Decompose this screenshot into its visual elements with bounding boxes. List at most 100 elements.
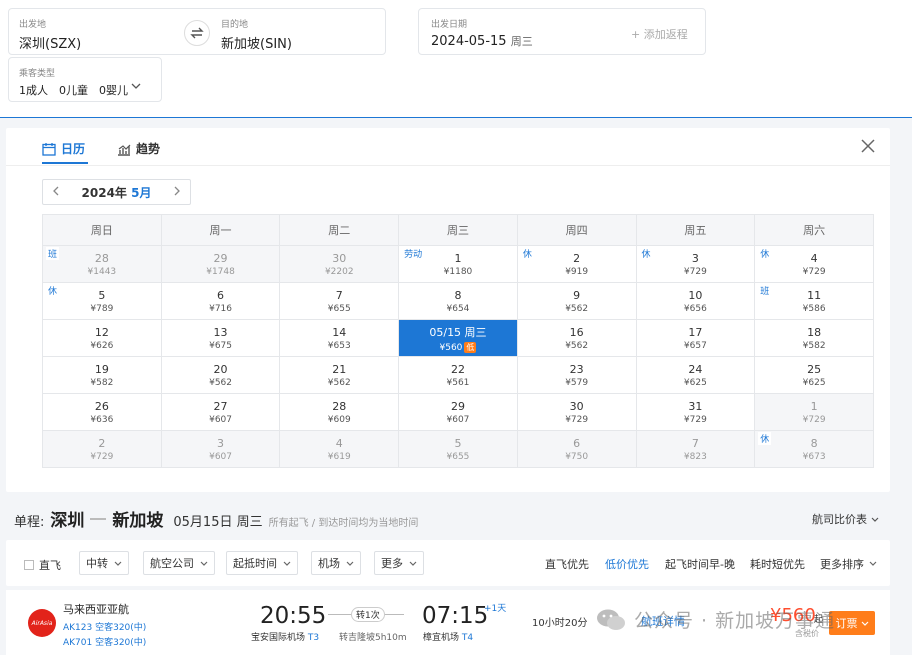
price-suffix: 起 — [814, 615, 824, 625]
day-number: 5 — [454, 436, 462, 450]
sort-price[interactable]: 低价优先 — [605, 556, 649, 572]
calendar-day[interactable]: 18 ¥582 — [754, 319, 874, 357]
day-number: 4 — [335, 436, 343, 450]
day-number: 3 — [217, 436, 225, 450]
holiday-tag: 班 — [758, 284, 772, 297]
calendar-day[interactable]: 休 2 ¥919 — [516, 245, 637, 283]
tab-underline — [42, 162, 88, 164]
calendar-day[interactable]: 休 8 ¥673 — [754, 430, 874, 468]
holiday-tag: 班 — [46, 247, 60, 260]
calendar-day[interactable]: 05/15 周三 ¥560 低 — [398, 319, 518, 357]
calendar-day[interactable]: 4 ¥619 — [279, 430, 400, 468]
holiday-tag: 休 — [520, 247, 534, 260]
calendar-day[interactable]: 6 ¥716 — [160, 282, 281, 320]
flight-detail-link[interactable]: 航班详情 — [641, 613, 685, 629]
swap-button[interactable] — [184, 20, 210, 46]
calendar-day[interactable]: 24 ¥625 — [635, 356, 756, 394]
calendar-day[interactable]: 30 ¥729 — [516, 393, 637, 431]
calendar-day[interactable]: 2 ¥729 — [42, 430, 162, 468]
calendar-day[interactable]: 7 ¥655 — [279, 282, 400, 320]
passenger-field[interactable]: 乘客类型 1成人 0儿童 0婴儿 — [8, 57, 162, 102]
date-field[interactable]: 出发日期 2024-05-15 周三 + 添加返程 — [418, 8, 706, 55]
day-number: 4 — [810, 251, 818, 265]
calendar-day[interactable]: 12 ¥626 — [42, 319, 162, 357]
segment-1[interactable]: AK123 空客320(中) — [63, 620, 146, 633]
calendar-day[interactable]: 29 ¥607 — [398, 393, 518, 431]
day-number: 5 — [98, 288, 106, 302]
calendar-day[interactable]: 8 ¥654 — [398, 282, 518, 320]
calendar-day[interactable]: 16 ¥562 — [516, 319, 637, 357]
calendar-day[interactable]: 7 ¥823 — [635, 430, 756, 468]
calendar-day[interactable]: 休 3 ¥729 — [635, 245, 756, 283]
calendar-day[interactable]: 20 ¥562 — [160, 356, 281, 394]
calendar-day[interactable]: 班 11 ¥586 — [754, 282, 874, 320]
book-label: 订票 — [835, 617, 858, 630]
calendar-day[interactable]: 27 ¥607 — [160, 393, 281, 431]
to-field[interactable]: 目的地 新加坡(SIN) — [221, 17, 292, 52]
calendar-day[interactable]: 休 5 ¥789 — [42, 282, 162, 320]
segment-2[interactable]: AK701 空客320(中) — [63, 635, 146, 648]
compare-button[interactable]: 航司比价表 — [812, 511, 879, 527]
flight-card[interactable]: AirAsia 马来西亚亚航 AK123 空客320(中) AK701 空客32… — [6, 590, 890, 655]
transfer-filter[interactable]: 中转 — [79, 551, 129, 575]
airline-filter[interactable]: 航空公司 — [143, 551, 215, 575]
holiday-tag: 休 — [46, 284, 60, 297]
day-price: ¥625 — [683, 377, 707, 388]
close-icon[interactable] — [860, 138, 876, 157]
day-number: 8 — [810, 436, 818, 450]
calendar-day[interactable]: 班 28 ¥1443 — [42, 245, 162, 283]
checkbox-icon — [24, 560, 34, 570]
time-filter[interactable]: 起抵时间 — [226, 551, 298, 575]
airport-filter[interactable]: 机场 — [311, 551, 361, 575]
day-number: 24 — [688, 362, 703, 376]
calendar-day[interactable]: 14 ¥653 — [279, 319, 400, 357]
calendar-day[interactable]: 26 ¥636 — [42, 393, 162, 431]
calendar-day[interactable]: 劳动 1 ¥1180 — [398, 245, 518, 283]
calendar-day[interactable]: 休 4 ¥729 — [754, 245, 874, 283]
weekday-header: 周三 — [398, 214, 518, 246]
holiday-tag: 劳动 — [402, 247, 425, 260]
day-number: 6 — [573, 436, 581, 450]
calendar-day[interactable]: 3 ¥607 — [160, 430, 281, 468]
departure-terminal: T3 — [307, 633, 320, 643]
sort-duration[interactable]: 耗时短优先 — [750, 556, 805, 572]
calendar-day[interactable]: 1 ¥729 — [754, 393, 874, 431]
calendar-day[interactable]: 28 ¥609 — [279, 393, 400, 431]
calendar-day[interactable]: 29 ¥1748 — [160, 245, 281, 283]
sort-more[interactable]: 更多排序 — [820, 556, 864, 572]
day-number: 27 — [213, 399, 228, 413]
calendar-day[interactable]: 10 ¥656 — [635, 282, 756, 320]
day-number: 17 — [688, 325, 703, 339]
arrival-terminal: T4 — [461, 633, 474, 643]
from-field[interactable]: 出发地 深圳(SZX) — [19, 17, 81, 52]
calendar-day[interactable]: 30 ¥2202 — [279, 245, 400, 283]
chevron-right-icon[interactable] — [174, 185, 180, 199]
calendar-day[interactable]: 21 ¥562 — [279, 356, 400, 394]
direct-checkbox[interactable]: 直飞 — [24, 557, 61, 573]
calendar-day[interactable]: 17 ¥657 — [635, 319, 756, 357]
more-filter[interactable]: 更多 — [374, 551, 424, 575]
day-price: ¥823 — [683, 451, 707, 462]
calendar-day[interactable]: 5 ¥655 — [398, 430, 518, 468]
tab-trend[interactable]: 趋势 — [117, 140, 160, 157]
sort-direct[interactable]: 直飞优先 — [545, 556, 589, 572]
calendar-day[interactable]: 13 ¥675 — [160, 319, 281, 357]
calendar-day[interactable]: 22 ¥561 — [398, 356, 518, 394]
calendar-day[interactable]: 9 ¥562 — [516, 282, 637, 320]
calendar-day[interactable]: 31 ¥729 — [635, 393, 756, 431]
chevron-left-icon[interactable] — [53, 185, 59, 199]
add-return-button[interactable]: + 添加返程 — [631, 26, 688, 42]
to-label: 目的地 — [221, 20, 249, 30]
calendar-day[interactable]: 25 ¥625 — [754, 356, 874, 394]
sort-time[interactable]: 起飞时间早-晚 — [665, 556, 735, 572]
calendar-day[interactable]: 6 ¥750 — [516, 430, 637, 468]
day-price: ¥579 — [565, 377, 589, 388]
day-number: 7 — [691, 436, 699, 450]
day-price: ¥562 — [327, 377, 351, 388]
time-label: 起抵时间 — [233, 557, 277, 570]
tab-calendar[interactable]: 日历 — [42, 140, 85, 157]
book-button[interactable]: 订票 — [829, 611, 875, 635]
calendar-day[interactable]: 23 ¥579 — [516, 356, 637, 394]
calendar-day[interactable]: 19 ¥582 — [42, 356, 162, 394]
day-price: ¥673 — [802, 451, 826, 462]
